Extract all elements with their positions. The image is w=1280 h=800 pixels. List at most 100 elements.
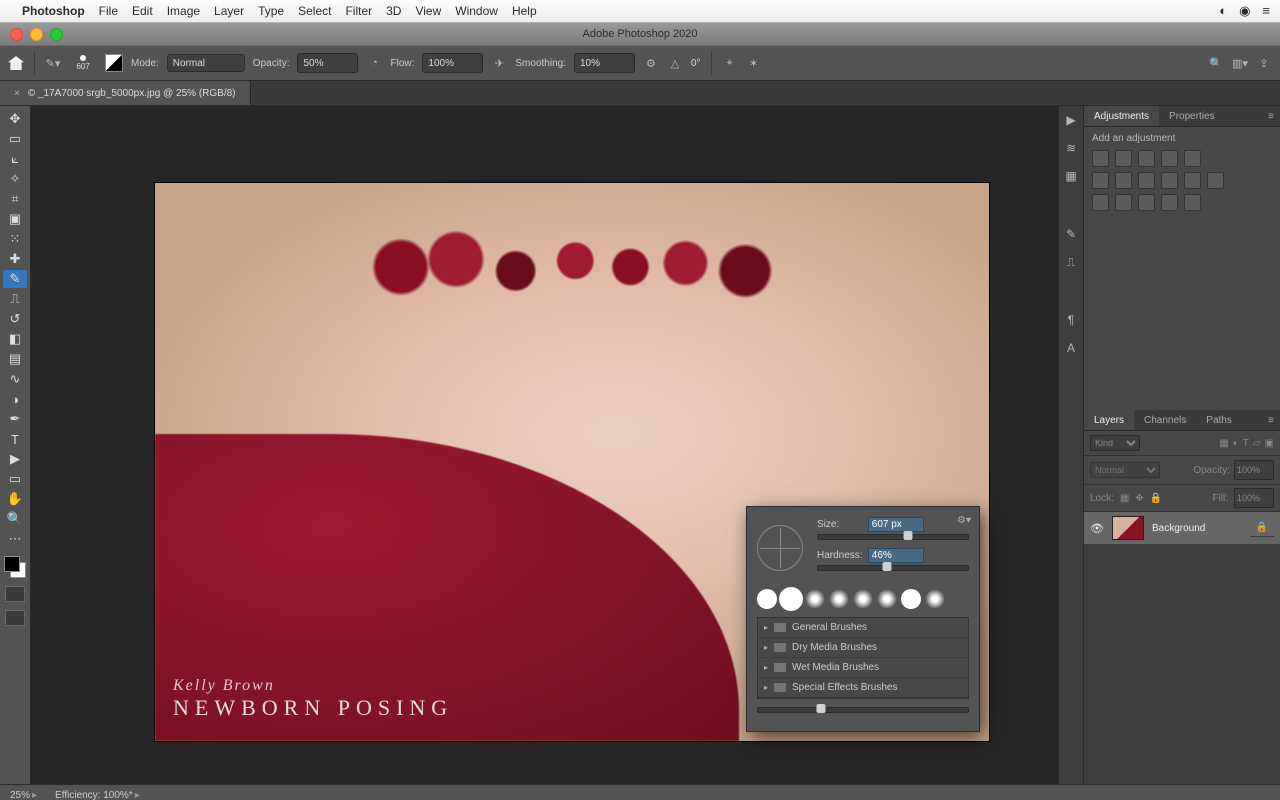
adj-hue-icon[interactable]: [1092, 172, 1109, 189]
layer-thumbnail[interactable]: [1112, 516, 1144, 540]
opacity-pressure-icon[interactable]: ◔: [366, 55, 382, 71]
brush-folder[interactable]: ▸General Brushes: [758, 618, 968, 638]
edit-toolbar[interactable]: ⋯: [3, 530, 27, 548]
marquee-tool[interactable]: ▭: [3, 130, 27, 148]
zoom-button[interactable]: [50, 28, 63, 41]
lock-all-icon[interactable]: 🔒: [1150, 493, 1162, 504]
filter-smart-icon[interactable]: ▣: [1265, 438, 1274, 449]
adj-brightness-icon[interactable]: [1092, 150, 1109, 167]
fill-input[interactable]: [1234, 488, 1274, 508]
blur-tool[interactable]: ∿: [3, 370, 27, 388]
menu-app[interactable]: Photoshop: [22, 4, 85, 18]
workspace-icon[interactable]: ▥▾: [1232, 55, 1248, 71]
adj-photofilter-icon[interactable]: [1161, 172, 1178, 189]
layer-opacity-input[interactable]: [1234, 460, 1274, 480]
character-panel-icon[interactable]: A: [1063, 340, 1079, 356]
stamp-tool[interactable]: ⎍: [3, 290, 27, 308]
blend-mode-select[interactable]: Normal: [167, 54, 245, 72]
brush-folder[interactable]: ▸Special Effects Brushes: [758, 678, 968, 698]
adj-exposure-icon[interactable]: [1161, 150, 1178, 167]
adj-gradientmap-icon[interactable]: [1161, 194, 1178, 211]
adj-threshold-icon[interactable]: [1138, 194, 1155, 211]
brush-panel-toggle[interactable]: [105, 54, 123, 72]
document-tab[interactable]: × © _17A7000 srgb_5000px.jpg @ 25% (RGB/…: [0, 81, 251, 105]
brush-preset[interactable]: [853, 589, 873, 609]
angle-icon[interactable]: △: [667, 55, 683, 71]
hand-tool[interactable]: ✋: [3, 490, 27, 508]
brush-zoom-slider[interactable]: [757, 707, 969, 713]
menu-filter[interactable]: Filter: [345, 4, 372, 18]
quick-mask[interactable]: [5, 586, 25, 602]
tab-adjustments[interactable]: Adjustments: [1084, 106, 1159, 126]
filter-shape-icon[interactable]: ▱: [1253, 438, 1261, 449]
search-icon[interactable]: 🔍: [1208, 55, 1224, 71]
clone-source-icon[interactable]: ⎍: [1063, 254, 1079, 270]
hardness-input[interactable]: [868, 548, 924, 563]
tab-close-icon[interactable]: ×: [14, 88, 20, 99]
zoom-tool[interactable]: 🔍: [3, 510, 27, 528]
minimize-button[interactable]: [30, 28, 43, 41]
adj-curves-icon[interactable]: [1138, 150, 1155, 167]
menu-3d[interactable]: 3D: [386, 4, 401, 18]
brush-folder[interactable]: ▸Wet Media Brushes: [758, 658, 968, 678]
menu-help[interactable]: Help: [512, 4, 537, 18]
tool-preset-picker[interactable]: ✎▾: [45, 55, 61, 71]
crop-tool[interactable]: ⌗: [3, 190, 27, 208]
canvas-area[interactable]: Kelly Brown NEWBORN POSING ⚙▾ Size: Hard…: [31, 106, 1058, 784]
brush-tool[interactable]: ✎: [3, 270, 27, 288]
brush-preset[interactable]: [805, 589, 825, 609]
color-swatches[interactable]: [4, 556, 26, 578]
tab-paths[interactable]: Paths: [1196, 410, 1242, 430]
menu-window[interactable]: Window: [455, 4, 498, 18]
screen-mode[interactable]: [5, 610, 25, 626]
shape-tool[interactable]: ▭: [3, 470, 27, 488]
brush-settings-icon[interactable]: ✎: [1063, 226, 1079, 242]
menu-image[interactable]: Image: [167, 4, 200, 18]
history-panel-icon[interactable]: ▶: [1063, 112, 1079, 128]
brush-preset[interactable]: [779, 587, 803, 611]
brush-preset-picker[interactable]: 607: [69, 49, 97, 77]
layer-blend-mode[interactable]: Normal: [1090, 462, 1160, 478]
swatches-panel-icon[interactable]: ▦: [1063, 168, 1079, 184]
status-efficiency[interactable]: Efficiency: 100%*▸: [55, 790, 140, 800]
brush-preset[interactable]: [925, 589, 945, 609]
popover-gear-icon[interactable]: ⚙▾: [957, 515, 971, 526]
pen-tool[interactable]: ✒: [3, 410, 27, 428]
layers-menu-icon[interactable]: ≡: [1262, 410, 1280, 430]
menu-file[interactable]: File: [99, 4, 118, 18]
menu-view[interactable]: View: [415, 4, 441, 18]
brushes-panel-icon[interactable]: ≋: [1063, 140, 1079, 156]
adj-colorlookup-icon[interactable]: [1207, 172, 1224, 189]
paragraph-panel-icon[interactable]: ¶: [1063, 312, 1079, 328]
filter-pixel-icon[interactable]: ▦: [1219, 438, 1228, 449]
share-icon[interactable]: ⇪: [1256, 55, 1272, 71]
brush-angle-control[interactable]: [757, 525, 803, 571]
brush-preset[interactable]: [757, 589, 777, 609]
symmetry-icon[interactable]: ⌖: [722, 55, 738, 71]
tab-properties[interactable]: Properties: [1159, 106, 1225, 126]
dodge-tool[interactable]: ◑: [3, 390, 27, 408]
airbrush-icon[interactable]: ✈: [491, 55, 507, 71]
adj-selectivecolor-icon[interactable]: [1184, 194, 1201, 211]
healing-tool[interactable]: ✚: [3, 250, 27, 268]
filter-type-icon[interactable]: T: [1243, 438, 1249, 449]
lock-position-icon[interactable]: ✥: [1135, 493, 1143, 504]
menu-type[interactable]: Type: [258, 4, 284, 18]
brush-folder[interactable]: ▸Dry Media Brushes: [758, 638, 968, 658]
eyedropper-tool[interactable]: ⁙: [3, 230, 27, 248]
type-tool[interactable]: T: [3, 430, 27, 448]
path-select-tool[interactable]: ▶: [3, 450, 27, 468]
brush-preset[interactable]: [877, 589, 897, 609]
frame-tool[interactable]: ▣: [3, 210, 27, 228]
adj-levels-icon[interactable]: [1115, 150, 1132, 167]
size-slider[interactable]: [817, 534, 969, 540]
menu-layer[interactable]: Layer: [214, 4, 244, 18]
panel-menu-icon[interactable]: ≡: [1262, 106, 1280, 126]
visibility-icon[interactable]: 👁: [1090, 522, 1104, 535]
adj-posterize-icon[interactable]: [1115, 194, 1132, 211]
adj-invert-icon[interactable]: [1092, 194, 1109, 211]
menu-edit[interactable]: Edit: [132, 4, 153, 18]
smoothing-options-icon[interactable]: ⚙: [643, 55, 659, 71]
tab-layers[interactable]: Layers: [1084, 410, 1134, 430]
gradient-tool[interactable]: ▤: [3, 350, 27, 368]
